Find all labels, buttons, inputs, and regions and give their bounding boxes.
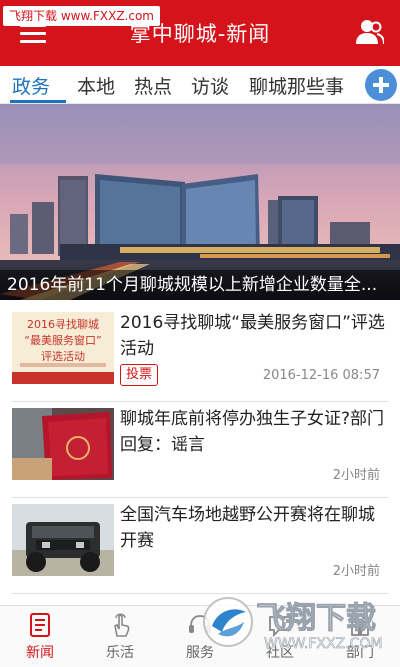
news-title: 全国汽车场地越野公开赛将在聊城开赛 — [120, 505, 375, 551]
list-item[interactable]: 2016寻找聊城 “最美服务窗口” 评选活动 2016寻找聊城“最美服务窗口”评… — [12, 306, 388, 402]
active-tab-indicator — [10, 100, 66, 103]
tab-liaocheng-stories[interactable]: 聊城那些事 — [249, 72, 344, 99]
news-time: 2016-12-16 08:57 — [262, 368, 380, 383]
list-item[interactable]: 聊城年底前将停办独生子女证?部门回复：谣言 2小时前 — [12, 402, 388, 498]
nav-lehuo[interactable]: 乐活 — [80, 606, 160, 667]
thumb-line1: 2016寻找聊城 — [27, 317, 99, 331]
tab-zhengwu[interactable]: 政务 — [12, 72, 50, 99]
thumb-line3: 评选活动 — [41, 350, 85, 363]
nav-label: 新闻 — [26, 645, 54, 661]
news-time: 2小时前 — [332, 564, 380, 579]
thumb-line2: “最美服务窗口” — [24, 333, 101, 347]
news-thumbnail — [12, 408, 114, 480]
news-title: 聊城年底前将停办独生子女证?部门回复：谣言 — [120, 409, 385, 455]
user-profile-icon[interactable] — [356, 18, 384, 46]
tab-redian[interactable]: 热点 — [134, 72, 172, 99]
app-header: 飞翔下载 www.FXXZ.com 掌中聊城-新闻 — [0, 0, 400, 66]
watermark-brand-text: 飞翔下载 — [256, 601, 376, 636]
hand-tap-icon — [114, 613, 130, 637]
list-item[interactable]: 全国汽车场地越野公开赛将在聊城开赛 2小时前 — [12, 498, 388, 594]
tab-bendi[interactable]: 本地 — [77, 72, 115, 99]
news-thumbnail: 2016寻找聊城 “最美服务窗口” 评选活动 — [12, 312, 114, 384]
category-tabs: 政务 本地 热点 访谈 聊城那些事 — [0, 66, 400, 104]
nav-news[interactable]: 新闻 — [0, 606, 80, 667]
news-title: 2016寻找聊城“最美服务窗口”评选活动 — [120, 313, 385, 359]
news-icon — [30, 613, 50, 637]
add-channel-icon[interactable] — [365, 69, 397, 101]
hero-banner[interactable]: 2016年前11个月聊城规模以上新增企业数量全... — [0, 104, 400, 300]
news-time: 2小时前 — [332, 468, 380, 483]
hero-caption: 2016年前11个月聊城规模以上新增企业数量全... — [0, 270, 400, 300]
nav-label: 乐活 — [106, 645, 134, 661]
tab-fangtan[interactable]: 访谈 — [191, 72, 229, 99]
news-thumbnail — [12, 504, 114, 576]
page-title: 掌中聊城-新闻 — [129, 22, 271, 46]
fxxz-watermark-logo: 飞翔下载 WWW.FXXZ.COM — [203, 597, 383, 652]
vote-badge[interactable]: 投票 — [120, 364, 159, 386]
watermark-url-text: WWW.FXXZ.COM — [264, 636, 383, 652]
